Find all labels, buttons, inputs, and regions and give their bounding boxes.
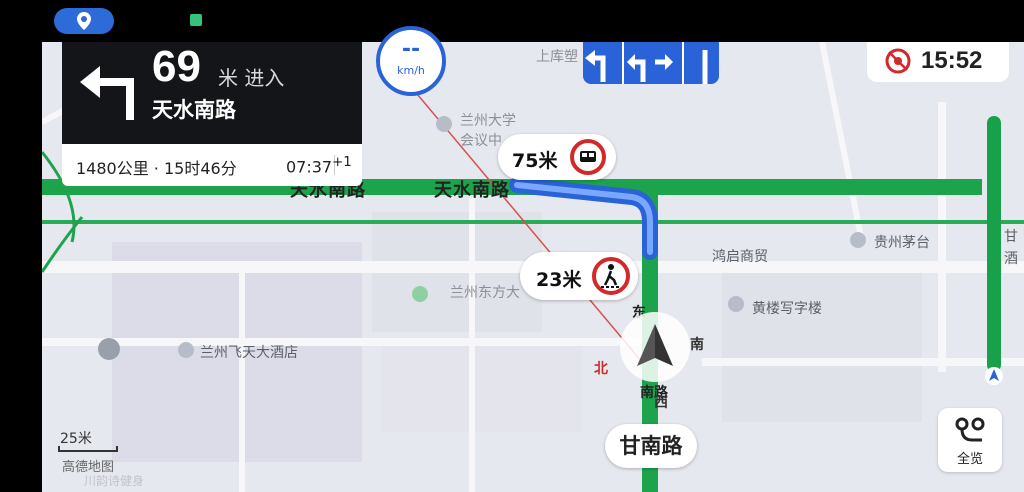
map-label-poi: 贵州茅台: [874, 235, 930, 251]
overview-route-icon: [955, 417, 985, 442]
app-notification-icon: [190, 14, 202, 26]
eta-day-offset: +1: [332, 155, 352, 170]
pedestrian-crossing-icon: [592, 257, 630, 295]
next-road-name: 天水南路: [152, 98, 236, 122]
turn-distance: 69: [152, 42, 201, 91]
arrival-time: 07:37+1: [286, 155, 352, 176]
map-label-poi: 上库塑: [536, 49, 578, 65]
poi-marker-icon: [850, 232, 866, 248]
compass-west: 西: [654, 395, 668, 411]
location-pill[interactable]: [54, 8, 114, 34]
progress-position-icon: [985, 367, 1003, 385]
compass[interactable]: [620, 312, 690, 382]
overview-label: 全览: [956, 452, 983, 467]
no-signal-icon: [885, 48, 911, 74]
speed-unit: km/h: [397, 64, 425, 77]
route-progress-bar: [987, 116, 1001, 372]
alert-bubble[interactable]: 75米: [498, 134, 616, 180]
bus-lane-camera-icon: [570, 139, 606, 175]
speed-indicator: -- km/h: [376, 26, 446, 96]
map-label-poi: 酒: [1004, 251, 1018, 267]
navigation-arrow-icon: [637, 324, 673, 366]
lane-guidance: [583, 42, 719, 84]
map-label-poi: 甘: [1004, 229, 1018, 245]
alert-distance: 75米: [512, 150, 558, 172]
overview-button[interactable]: 全览: [938, 408, 1002, 472]
lane-arrows-icon: [585, 42, 708, 84]
clock-time: 15:52: [921, 47, 983, 74]
map-label-poi: 川韵诗健身: [84, 474, 145, 488]
map-label-poi: 会议中: [460, 133, 502, 149]
compass-south: 南: [690, 337, 704, 353]
location-pin-icon: [77, 12, 91, 30]
alert-bubble[interactable]: 23米: [520, 252, 638, 300]
map-label-poi: 兰州飞天大酒店: [200, 345, 298, 361]
poi-marker-icon: [412, 286, 428, 302]
map-label-poi: 黄楼写字楼: [752, 301, 822, 317]
turn-action: 米 进入: [218, 66, 285, 90]
eta-time: 07:37: [286, 157, 333, 177]
trip-distance-time: 1480公里 · 15时46分: [76, 159, 237, 178]
map-label-poi: 兰州大学: [460, 113, 516, 129]
turn-left-arrow-icon: [80, 66, 134, 120]
trip-summary-bar[interactable]: 1480公里 · 15时46分 07:37+1: [62, 144, 362, 186]
poi-marker-icon: [728, 296, 744, 312]
clock-card: 15:52: [867, 42, 1009, 82]
map-label-poi: 兰州东方大: [450, 285, 520, 301]
hotel-icon: [178, 342, 194, 358]
compass-north: 北: [594, 361, 608, 377]
map-label-poi: 鸿启商贸: [712, 249, 768, 265]
navigation-screen: 上库塑 兰州大学 会议中 天水南路 天水南路 鸿启商贸 贵州茅台 兰州东方大 黄…: [0, 0, 1024, 492]
alert-distance: 23米: [536, 269, 582, 291]
current-road-pill: 甘南路: [605, 424, 697, 468]
road-label: 天水南路: [434, 180, 510, 201]
scale-bar: [58, 446, 118, 452]
scale-label: 25米: [60, 431, 92, 447]
status-bar: [0, 0, 1024, 42]
parking-icon: [98, 338, 120, 360]
poi-marker-icon: [436, 116, 452, 132]
